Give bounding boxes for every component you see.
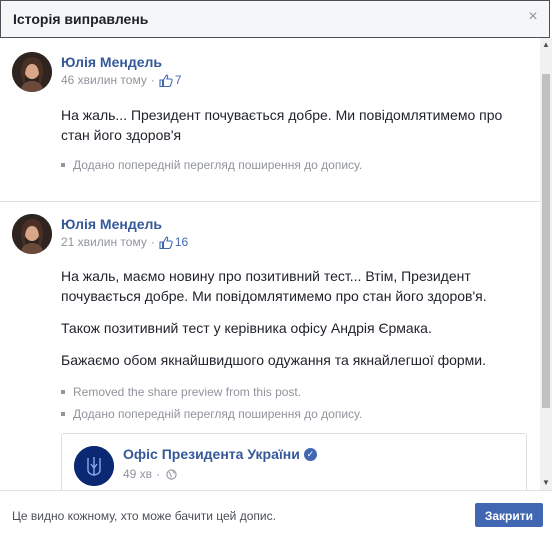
bullet bbox=[61, 163, 65, 167]
shared-post-card[interactable]: Офіс Президента України ✓ 49 хв · bbox=[61, 433, 527, 490]
edit-history-dialog: Історія виправлень × Юлія Мендель 46 хви… bbox=[0, 0, 552, 539]
timestamp[interactable]: 21 хвилин тому bbox=[61, 235, 147, 249]
globe-icon bbox=[166, 468, 177, 480]
dialog-header: Історія виправлень × bbox=[0, 0, 550, 38]
post-meta: 46 хвилин тому · 7 bbox=[61, 73, 182, 87]
change-note: Removed the share preview from this post… bbox=[61, 385, 301, 399]
scroll-up-icon[interactable]: ▲ bbox=[540, 38, 552, 52]
post-text: На жаль... Президент почувається добре. … bbox=[61, 105, 521, 145]
timestamp[interactable]: 46 хвилин тому bbox=[61, 73, 147, 87]
bullet bbox=[61, 390, 65, 394]
dialog-title: Історія виправлень bbox=[13, 11, 149, 27]
post-paragraph: На жаль... Президент почувається добре. … bbox=[61, 107, 503, 143]
history-entry: Юлія Мендель 46 хвилин тому · 7 На жаль.… bbox=[0, 38, 540, 202]
change-note: Додано попередній перегляд поширення до … bbox=[61, 158, 362, 172]
page-post-time[interactable]: 49 хв bbox=[123, 467, 152, 481]
post-text: На жаль, маємо новину про позитивний тес… bbox=[61, 266, 521, 370]
page-post-meta: 49 хв · bbox=[123, 467, 177, 481]
dialog-footer: Це видно кожному, хто може бачити цей до… bbox=[0, 490, 552, 539]
change-text: Removed the share preview from this post… bbox=[73, 385, 302, 399]
like-icon bbox=[159, 235, 173, 249]
post-paragraph: Також позитивний тест у керівника офісу … bbox=[61, 320, 432, 336]
history-list: Юлія Мендель 46 хвилин тому · 7 На жаль.… bbox=[0, 38, 540, 490]
post-meta: 21 хвилин тому · 16 bbox=[61, 235, 188, 249]
scrollbar[interactable]: ▲ ▼ bbox=[540, 38, 552, 490]
page-name[interactable]: Офіс Президента України ✓ bbox=[123, 446, 317, 462]
avatar[interactable] bbox=[12, 52, 52, 92]
like-icon bbox=[159, 73, 173, 87]
like-count[interactable]: 7 bbox=[175, 73, 182, 87]
scroll-thumb[interactable] bbox=[542, 74, 550, 408]
verified-icon: ✓ bbox=[303, 447, 317, 461]
post-paragraph: Бажаємо обом якнайшвидшого одужання та я… bbox=[61, 352, 487, 368]
bullet bbox=[61, 412, 65, 416]
author-name[interactable]: Юлія Мендель bbox=[61, 216, 162, 232]
post-paragraph: На жаль, маємо новину про позитивний тес… bbox=[61, 268, 487, 304]
like-count[interactable]: 16 bbox=[175, 235, 188, 249]
avatar[interactable] bbox=[12, 214, 52, 254]
change-note: Додано попередній перегляд поширення до … bbox=[61, 407, 362, 421]
separator-dot: · bbox=[156, 467, 161, 481]
page-avatar[interactable] bbox=[74, 446, 114, 486]
page-name-text: Офіс Президента України bbox=[123, 446, 300, 462]
trident-icon bbox=[74, 446, 114, 486]
change-text: Додано попередній перегляд поширення до … bbox=[73, 407, 363, 421]
separator-dot: · bbox=[150, 235, 155, 249]
visibility-note: Це видно кожному, хто може бачити цей до… bbox=[12, 509, 276, 523]
author-name[interactable]: Юлія Мендель bbox=[61, 54, 162, 70]
scroll-down-icon[interactable]: ▼ bbox=[540, 476, 552, 490]
close-icon[interactable]: × bbox=[526, 9, 540, 25]
separator-dot: · bbox=[150, 73, 155, 87]
change-text: Додано попередній перегляд поширення до … bbox=[73, 158, 363, 172]
close-button[interactable]: Закрити bbox=[474, 503, 543, 527]
